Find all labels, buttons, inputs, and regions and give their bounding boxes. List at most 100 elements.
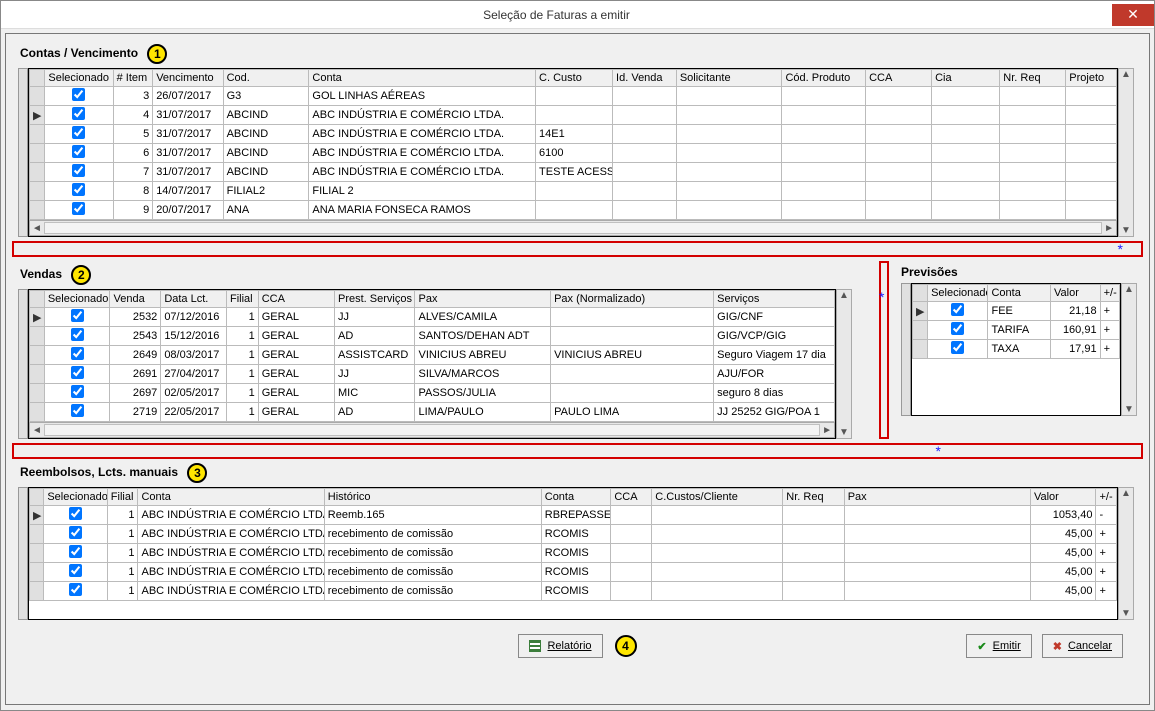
table-row[interactable]: TAXA 17,91 + <box>913 340 1120 359</box>
row-checkbox[interactable] <box>951 303 964 316</box>
col-nrreq[interactable]: Nr. Req <box>783 489 844 506</box>
col-pax[interactable]: Pax <box>415 291 551 308</box>
table-row[interactable]: 8 14/07/2017 FILIAL2 FILIAL 2 <box>30 182 1117 201</box>
cell-selecionado[interactable] <box>44 582 107 601</box>
table-row[interactable]: ▶ FEE 21,18 + <box>913 302 1120 321</box>
col-ccusto[interactable]: C. Custo <box>536 70 613 87</box>
col-pax[interactable]: Pax <box>844 489 1030 506</box>
cell-selecionado[interactable] <box>45 163 113 182</box>
col-projeto[interactable]: Projeto <box>1066 70 1117 87</box>
col-selecionado[interactable]: Selecionado <box>45 70 113 87</box>
vendas-grid[interactable]: Selecionado Venda Data Lct. Filial CCA P… <box>28 289 836 439</box>
col-conta[interactable]: Conta <box>988 285 1051 302</box>
row-checkbox[interactable] <box>71 347 84 360</box>
table-row[interactable]: 2719 22/05/2017 1 GERAL AD LIMA/PAULO PA… <box>30 403 835 422</box>
row-checkbox[interactable] <box>951 341 964 354</box>
table-row[interactable]: TARIFA 160,91 + <box>913 321 1120 340</box>
row-checkbox[interactable] <box>71 309 84 322</box>
reemb-vscroll[interactable]: ▲▼ <box>1118 487 1134 620</box>
prev-grid[interactable]: Selecionado Conta Valor +/- ▶ FEE 21,18 … <box>911 283 1121 416</box>
cell-selecionado[interactable] <box>44 346 110 365</box>
col-data[interactable]: Data Lct. <box>161 291 227 308</box>
col-cca[interactable]: CCA <box>258 291 334 308</box>
col-filial[interactable]: Filial <box>107 489 138 506</box>
table-row[interactable]: 1 ABC INDÚSTRIA E COMÉRCIO LTDA recebime… <box>30 525 1117 544</box>
table-row[interactable]: 5 31/07/2017 ABCIND ABC INDÚSTRIA E COMÉ… <box>30 125 1117 144</box>
col-ccustos[interactable]: C.Custos/Cliente <box>652 489 783 506</box>
cell-selecionado[interactable] <box>45 144 113 163</box>
col-selecionado[interactable]: Selecionado <box>44 291 110 308</box>
row-checkbox[interactable] <box>72 107 85 120</box>
cell-selecionado[interactable] <box>45 182 113 201</box>
row-checkbox[interactable] <box>72 88 85 101</box>
col-hist[interactable]: Histórico <box>324 489 541 506</box>
col-solic[interactable]: Solicitante <box>676 70 782 87</box>
col-conta[interactable]: Conta <box>138 489 324 506</box>
row-checkbox[interactable] <box>71 328 84 341</box>
table-row[interactable]: 2649 08/03/2017 1 GERAL ASSISTCARD VINIC… <box>30 346 835 365</box>
cell-selecionado[interactable] <box>45 201 113 220</box>
row-checkbox[interactable] <box>69 507 82 520</box>
close-button[interactable]: ✕ <box>1112 4 1154 26</box>
row-checkbox[interactable] <box>72 164 85 177</box>
col-nrreq[interactable]: Nr. Req <box>1000 70 1066 87</box>
col-cca[interactable]: CCA <box>866 70 932 87</box>
cell-selecionado[interactable] <box>928 321 988 340</box>
cell-selecionado[interactable] <box>44 563 107 582</box>
row-checkbox[interactable] <box>71 385 84 398</box>
table-row[interactable]: 2697 02/05/2017 1 GERAL MIC PASSOS/JULIA… <box>30 384 835 403</box>
emitir-button[interactable]: ✔ Emitir <box>966 634 1031 658</box>
table-row[interactable]: 6 31/07/2017 ABCIND ABC INDÚSTRIA E COMÉ… <box>30 144 1117 163</box>
col-venc[interactable]: Vencimento <box>153 70 223 87</box>
vendas-vscroll[interactable]: ▲▼ <box>836 289 852 439</box>
table-row[interactable]: ▶ 4 31/07/2017 ABCIND ABC INDÚSTRIA E CO… <box>30 106 1117 125</box>
table-row[interactable]: 1 ABC INDÚSTRIA E COMÉRCIO LTDA recebime… <box>30 582 1117 601</box>
col-conta[interactable]: Conta <box>309 70 536 87</box>
cell-selecionado[interactable] <box>44 384 110 403</box>
row-checkbox[interactable] <box>951 322 964 335</box>
col-item[interactable]: # Item <box>113 70 153 87</box>
col-pm[interactable]: +/- <box>1100 285 1119 302</box>
cell-selecionado[interactable] <box>44 365 110 384</box>
cell-selecionado[interactable] <box>45 106 113 125</box>
titlebar[interactable]: Seleção de Faturas a emitir ✕ <box>1 1 1154 29</box>
row-checkbox[interactable] <box>69 564 82 577</box>
row-checkbox[interactable] <box>72 202 85 215</box>
cell-selecionado[interactable] <box>45 125 113 144</box>
col-conta2[interactable]: Conta <box>541 489 611 506</box>
col-serv[interactable]: Serviços <box>714 291 835 308</box>
cell-selecionado[interactable] <box>928 340 988 359</box>
col-prest[interactable]: Prest. Serviços <box>334 291 415 308</box>
cell-selecionado[interactable] <box>928 302 988 321</box>
table-row[interactable]: 1 ABC INDÚSTRIA E COMÉRCIO LTDA recebime… <box>30 563 1117 582</box>
row-checkbox[interactable] <box>71 404 84 417</box>
cell-selecionado[interactable] <box>45 87 113 106</box>
reemb-grid[interactable]: Selecionado Filial Conta Histórico Conta… <box>28 487 1118 620</box>
row-checkbox[interactable] <box>69 526 82 539</box>
col-selecionado[interactable]: Selecionado <box>44 489 107 506</box>
prev-vscroll[interactable]: ▲▼ <box>1121 283 1137 416</box>
table-row[interactable]: 3 26/07/2017 G3 GOL LINHAS AÉREAS <box>30 87 1117 106</box>
col-paxnorm[interactable]: Pax (Normalizado) <box>551 291 714 308</box>
cell-selecionado[interactable] <box>44 544 107 563</box>
row-checkbox[interactable] <box>72 145 85 158</box>
col-valor[interactable]: Valor <box>1051 285 1101 302</box>
table-row[interactable]: 1 ABC INDÚSTRIA E COMÉRCIO LTDA recebime… <box>30 544 1117 563</box>
cell-selecionado[interactable] <box>44 403 110 422</box>
col-pm[interactable]: +/- <box>1096 489 1117 506</box>
cell-selecionado[interactable] <box>44 525 107 544</box>
table-row[interactable]: 9 20/07/2017 ANA ANA MARIA FONSECA RAMOS <box>30 201 1117 220</box>
contas-vscroll[interactable]: ▲▼ <box>1118 68 1134 237</box>
cell-selecionado[interactable] <box>44 506 107 525</box>
contas-hscroll[interactable]: ◄► <box>29 220 1117 236</box>
vendas-hscroll[interactable]: ◄► <box>29 422 835 438</box>
col-codprod[interactable]: Cód. Produto <box>782 70 866 87</box>
cell-selecionado[interactable] <box>44 308 110 327</box>
row-checkbox[interactable] <box>72 126 85 139</box>
splitter-2[interactable]: * <box>12 443 1143 459</box>
row-checkbox[interactable] <box>71 366 84 379</box>
contas-grid[interactable]: Selecionado # Item Vencimento Cod. Conta… <box>28 68 1118 237</box>
col-venda[interactable]: Venda <box>110 291 161 308</box>
table-row[interactable]: ▶ 2532 07/12/2016 1 GERAL JJ ALVES/CAMIL… <box>30 308 835 327</box>
col-valor[interactable]: Valor <box>1030 489 1096 506</box>
